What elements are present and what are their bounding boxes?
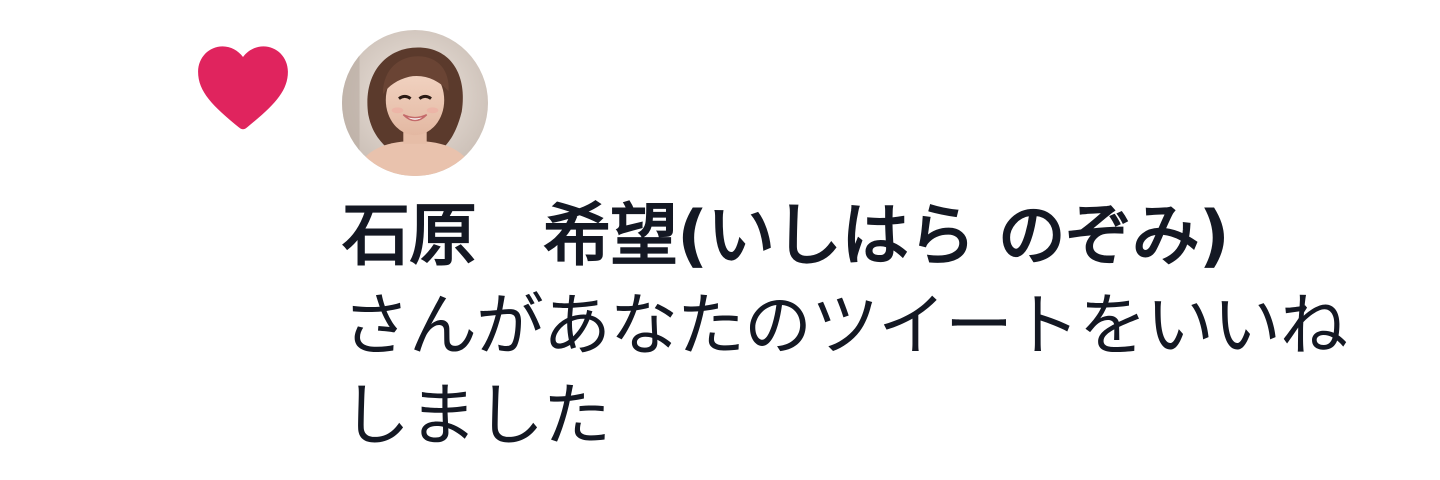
avatar[interactable]	[342, 30, 488, 176]
heart-icon	[194, 40, 292, 132]
like-notification[interactable]: 石原 希望(いしはら のぞみ) さんがあなたのツイートをいいねしました	[0, 0, 1440, 480]
action-text: さんがあなたのツイートをいいねしました	[342, 287, 1348, 456]
notification-text: 石原 希望(いしはら のぞみ) さんがあなたのツイートをいいねしました	[342, 192, 1402, 462]
user-display-name[interactable]: 石原 希望(いしはら のぞみ)	[342, 192, 1402, 282]
